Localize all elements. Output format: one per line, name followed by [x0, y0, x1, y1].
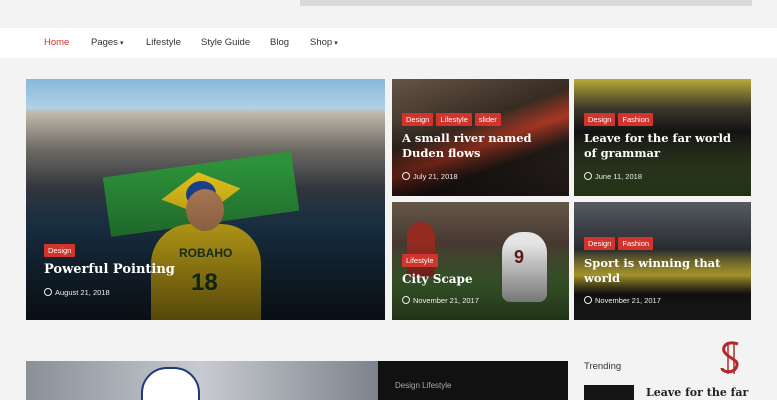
nav-blog[interactable]: Blog: [270, 37, 289, 48]
tag-fashion[interactable]: Fashion: [618, 237, 654, 250]
post-title-4[interactable]: Sport is winning that world: [584, 256, 734, 286]
post-date-2: June 11, 2018: [584, 172, 642, 181]
post-summary-bottom: Design Lifestyle: [378, 361, 568, 400]
trending-post-title[interactable]: Leave for the far: [646, 386, 748, 399]
date-text: November 21, 2017: [413, 296, 479, 305]
tag-lifestyle[interactable]: Lifestyle: [402, 254, 438, 267]
post-tags-3: Lifestyle: [402, 254, 438, 267]
helmet-image: [141, 367, 200, 400]
post-card-2[interactable]: Design Fashion Leave for the far world o…: [574, 79, 751, 196]
post-date-1: July 21, 2018: [402, 172, 458, 181]
tag-slider[interactable]: slider: [474, 113, 501, 126]
nav-shop-label: Shop: [310, 37, 333, 48]
featured-post-title[interactable]: Powerful Pointing: [44, 262, 175, 279]
nav-home[interactable]: Home: [44, 37, 69, 48]
post-tags-2: Design Fashion: [584, 113, 654, 126]
tag-design[interactable]: Design: [584, 113, 616, 126]
post-image-bottom[interactable]: [26, 361, 378, 400]
caret-down-icon: ▾: [334, 40, 338, 47]
clock-icon: [44, 288, 52, 296]
post-tags-1: Design Lifestyle slider: [402, 113, 501, 126]
clock-icon: [584, 172, 592, 180]
nav-lifestyle[interactable]: Lifestyle: [146, 37, 181, 48]
post-card-3[interactable]: 9 Lifestyle City Scape November 21, 2017: [392, 202, 569, 320]
top-banner-image: [300, 0, 752, 6]
post-title-1[interactable]: A small river named Duden flows: [402, 131, 562, 161]
post-card-4[interactable]: Design Fashion Sport is winning that wor…: [574, 202, 751, 320]
post-date-3: November 21, 2017: [402, 296, 479, 305]
tag-design[interactable]: Design: [402, 113, 434, 126]
featured-tags: Design: [44, 244, 76, 257]
site-logo-icon[interactable]: [716, 338, 746, 378]
clock-icon: [402, 296, 410, 304]
post-title-3[interactable]: City Scape: [402, 272, 473, 288]
trending-heading: Trending: [584, 361, 622, 372]
featured-post-date: August 21, 2018: [44, 288, 110, 297]
nav-shop[interactable]: Shop ▾: [310, 37, 338, 48]
nav-pages-label: Pages: [91, 37, 118, 48]
date-text: June 11, 2018: [595, 172, 642, 181]
nav-pages[interactable]: Pages ▾: [91, 37, 123, 48]
post-title-2[interactable]: Leave for the far world of grammar: [584, 131, 746, 161]
clock-icon: [584, 296, 592, 304]
date-text: August 21, 2018: [55, 288, 110, 297]
caret-down-icon: ▾: [119, 40, 124, 47]
nav-style-guide[interactable]: Style Guide: [201, 37, 250, 48]
date-text: November 21, 2017: [595, 296, 661, 305]
clock-icon: [402, 172, 410, 180]
main-nav: Home Pages ▾ Lifestyle Style Guide Blog S…: [0, 28, 777, 58]
post-categories[interactable]: Design Lifestyle: [395, 381, 451, 390]
tag-fashion[interactable]: Fashion: [618, 113, 654, 126]
trending-thumbnail[interactable]: [584, 385, 634, 400]
post-date-4: November 21, 2017: [584, 296, 661, 305]
featured-post-card[interactable]: ROBAHO18 Design Powerful Pointing August…: [26, 79, 385, 320]
date-text: July 21, 2018: [413, 172, 458, 181]
post-tags-4: Design Fashion: [584, 237, 654, 250]
tag-design[interactable]: Design: [584, 237, 616, 250]
post-card-1[interactable]: Design Lifestyle slider A small river na…: [392, 79, 569, 196]
tag-lifestyle[interactable]: Lifestyle: [436, 113, 472, 126]
tag-design[interactable]: Design: [44, 244, 76, 257]
